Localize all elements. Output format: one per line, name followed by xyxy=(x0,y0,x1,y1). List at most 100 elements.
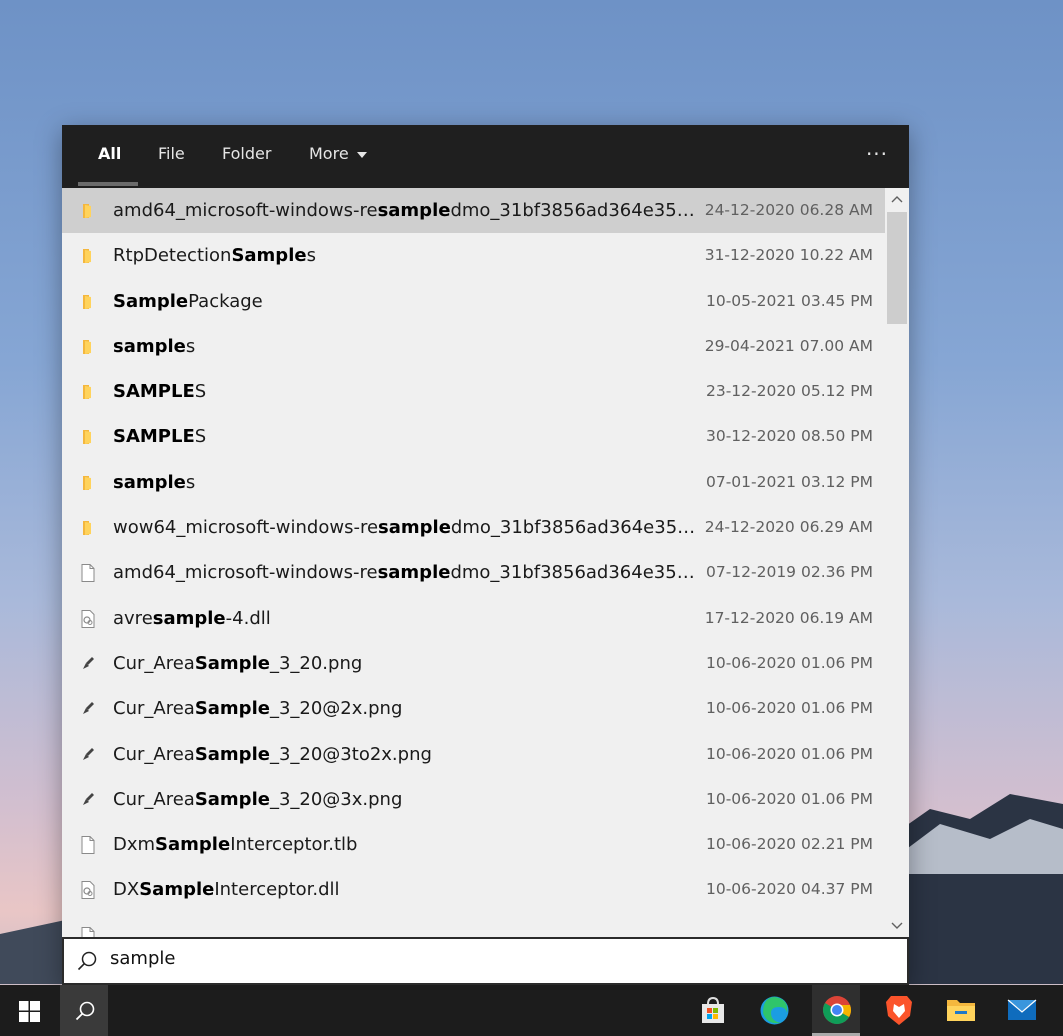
result-name-suffix: Package xyxy=(188,290,263,312)
result-name-match: sample xyxy=(377,200,451,221)
file-explorer-icon xyxy=(947,1000,975,1021)
folder-icon xyxy=(83,339,91,354)
result-name: avresample-4.dll xyxy=(113,608,698,629)
result-name-match: sample xyxy=(378,517,451,539)
result-date: 10-06-2020 01.06 PM xyxy=(705,744,873,763)
result-name-match: sample xyxy=(113,471,186,493)
result-name-suffix: _3_20@3x.png xyxy=(269,788,403,810)
result-name-match: Sample xyxy=(231,245,307,267)
result-name-suffix: dmo_31bf3856ad364e35_10.0.19041.1_none xyxy=(450,517,698,539)
result-row[interactable]: Cur_AreaSample_3_20.png 10-06-2020 01.06 … xyxy=(62,641,885,686)
result-date: 29-04-2021 07.00 AM xyxy=(704,336,873,355)
result-row[interactable]: SamplePackage 10-05-2021 03.45 PM xyxy=(62,279,885,324)
result-date: 24-12-2020 06.28 AM xyxy=(704,201,873,219)
result-name-match: SAMPLE xyxy=(113,381,195,403)
search-field[interactable]: sample xyxy=(64,939,907,983)
windows-logo-icon xyxy=(19,1001,40,1022)
result-row[interactable]: amd64_microsoft-windows-resampledmo_31bf… xyxy=(62,188,885,234)
scrollbar-thumb[interactable] xyxy=(887,212,907,324)
more-options-button[interactable]: ··· xyxy=(862,139,892,169)
result-name-prefix: DX xyxy=(113,879,140,901)
search-input[interactable]: sample xyxy=(110,948,890,974)
result-name: Cur_AreaSample_3_20@2x.png xyxy=(113,698,698,719)
result-name-prefix: Cur_Area xyxy=(113,788,195,810)
result-name-prefix: wow64_microsoft-windows-re xyxy=(113,517,379,539)
tab-folder[interactable]: Folder xyxy=(222,125,271,188)
result-date: 10-06-2020 01.06 PM xyxy=(705,789,873,808)
taskbar-file-explorer[interactable] xyxy=(936,985,984,1036)
result-row[interactable]: samples 07-01-2021 03.12 PM xyxy=(62,460,885,505)
result-name: Cur_AreaSample_3_20.png xyxy=(113,653,698,674)
result-name-match: Sample xyxy=(155,834,231,856)
taskbar-chrome[interactable] xyxy=(812,985,860,1036)
result-name-suffix: s xyxy=(185,335,196,357)
result-row[interactable] xyxy=(62,913,885,937)
search-icon xyxy=(77,951,97,971)
scroll-up-arrow-icon[interactable] xyxy=(885,188,909,210)
taskbar-mail[interactable] xyxy=(998,985,1046,1036)
result-row[interactable]: avresample-4.dll 17-12-2020 06.19 AM xyxy=(62,596,885,641)
result-name-suffix: -4.dll xyxy=(225,607,271,629)
result-name: RtpDetectionSamples xyxy=(113,245,698,266)
folder-icon xyxy=(83,430,91,445)
result-name-suffix: s xyxy=(185,471,196,493)
result-row[interactable]: samples 29-04-2021 07.00 AM xyxy=(62,324,885,369)
result-date: 10-06-2020 01.06 PM xyxy=(705,699,873,718)
result-date: 30-12-2020 08.50 PM xyxy=(705,427,873,446)
tab-all[interactable]: All xyxy=(98,125,121,188)
result-name-suffix: dmo_31bf3856ad364e35_10.0.18362.1_none xyxy=(450,562,698,584)
result-name-prefix: RtpDetection xyxy=(113,245,232,267)
chrome-icon xyxy=(823,996,851,1024)
result-name-match: Sample xyxy=(139,879,215,901)
file-icon xyxy=(81,564,95,583)
search-box: sample xyxy=(62,937,909,985)
result-name: SAMPLES xyxy=(113,426,698,447)
result-name: amd64_microsoft-windows-resampledmo_31bf… xyxy=(113,200,698,221)
file-icon xyxy=(81,836,95,855)
start-button[interactable] xyxy=(0,985,60,1036)
result-row[interactable]: SAMPLES 23-12-2020 05.12 PM xyxy=(62,369,885,414)
result-date: 10-06-2020 01.06 PM xyxy=(705,653,873,672)
result-row[interactable]: Cur_AreaSample_3_20@2x.png 10-06-2020 01.… xyxy=(62,686,885,731)
result-name-suffix: S xyxy=(194,426,207,448)
result-row[interactable]: RtpDetectionSamples 31-12-2020 10.22 AM xyxy=(62,233,885,278)
taskbar-brave[interactable] xyxy=(874,985,922,1036)
tab-file[interactable]: File xyxy=(158,125,185,188)
tab-more-label: More xyxy=(309,144,349,163)
result-row[interactable]: Cur_AreaSample_3_20@3x.png 10-06-2020 01.… xyxy=(62,777,885,822)
taskbar-store[interactable] xyxy=(688,985,736,1036)
result-row[interactable]: DxmSampleInterceptor.tlb 10-06-2020 02.21… xyxy=(62,822,885,867)
result-row[interactable]: DXSampleInterceptor.dll 10-06-2020 04.37 … xyxy=(62,867,885,912)
result-name-match: sample xyxy=(113,335,186,357)
cursor-image-icon xyxy=(83,792,94,805)
result-row[interactable]: Cur_AreaSample_3_20@3to2x.png 10-06-2020 … xyxy=(62,732,885,777)
store-icon xyxy=(702,996,724,1023)
result-name: SAMPLES xyxy=(113,381,698,402)
result-row[interactable]: amd64_microsoft-windows-resampledmo_31bf… xyxy=(62,550,885,595)
result-name-match: Sample xyxy=(113,290,189,312)
result-name-prefix: amd64_microsoft-windows-re xyxy=(113,200,378,221)
result-date: 24-12-2020 06.29 AM xyxy=(704,518,873,537)
result-name-prefix: amd64_microsoft-windows-re xyxy=(113,562,378,584)
result-name-match: Sample xyxy=(194,652,270,674)
result-name: DXSampleInterceptor.dll xyxy=(113,879,698,900)
result-name-prefix: Cur_Area xyxy=(113,743,195,765)
taskbar-search-button[interactable] xyxy=(60,985,108,1036)
scrollbar[interactable] xyxy=(885,188,909,937)
result-name: Cur_AreaSample_3_20@3x.png xyxy=(113,789,698,810)
result-date: 07-01-2021 03.12 PM xyxy=(705,472,873,491)
result-date: 07-12-2019 02.36 PM xyxy=(705,563,873,582)
folder-icon xyxy=(83,204,91,218)
search-window: All File Folder More ··· amd64_microsoft… xyxy=(62,125,909,985)
result-date: 10-06-2020 02.21 PM xyxy=(705,835,873,854)
brave-lion-icon xyxy=(886,996,912,1025)
cursor-image-icon xyxy=(83,656,94,669)
tab-more[interactable]: More xyxy=(309,125,367,188)
result-date: 10-06-2020 04.37 PM xyxy=(705,880,873,899)
result-name-suffix: _3_20@3to2x.png xyxy=(269,743,432,765)
scroll-down-arrow-icon[interactable] xyxy=(885,915,909,937)
taskbar-edge[interactable] xyxy=(750,985,798,1036)
result-name-prefix: Cur_Area xyxy=(113,652,195,674)
result-row[interactable]: SAMPLES 30-12-2020 08.50 PM xyxy=(62,414,885,459)
result-row[interactable]: wow64_microsoft-windows-resampledmo_31bf… xyxy=(62,505,885,550)
